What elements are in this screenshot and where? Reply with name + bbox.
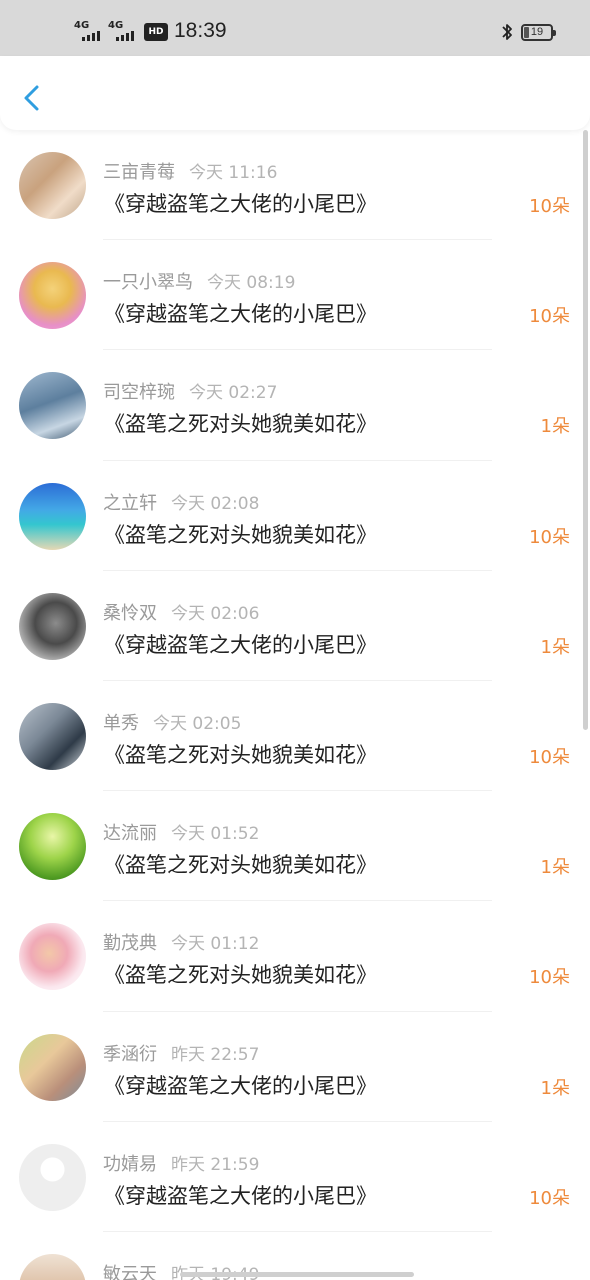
avatar[interactable] xyxy=(19,813,86,881)
avatar[interactable] xyxy=(19,592,86,660)
scrollbar[interactable] xyxy=(583,130,588,730)
user-name[interactable]: 勤茂典 xyxy=(103,933,157,954)
name-line: 季涵衍 昨天 22:57 xyxy=(103,1040,259,1066)
battery-icon: 19 xyxy=(521,24,556,41)
gift-record-list: 三亩青莓 今天 11:16 《穿越盗笔之大佬的小尾巴》 10朵 一只小翠鸟 今天 0… xyxy=(0,130,590,1280)
user-name[interactable]: 功婧易 xyxy=(103,1154,157,1175)
flower-count: 1朵 xyxy=(540,857,570,879)
name-line: 功婧易 昨天 21:59 xyxy=(103,1150,259,1176)
gift-time: 今天 02:06 xyxy=(171,603,260,624)
list-item-7[interactable]: 勤茂典 今天 01:12 《盗笔之死对头她貌美如花》 10朵 xyxy=(0,901,590,1012)
gift-time: 今天 08:19 xyxy=(207,273,296,294)
avatar[interactable] xyxy=(19,482,86,550)
book-title[interactable]: 《穿越盗笔之大佬的小尾巴》 xyxy=(104,1070,377,1100)
avatar[interactable] xyxy=(19,702,86,770)
user-name[interactable]: 司空梓琬 xyxy=(103,382,175,403)
gift-time: 今天 01:12 xyxy=(171,934,260,955)
avatar[interactable] xyxy=(19,1033,86,1101)
gift-time: 昨天 21:59 xyxy=(171,1154,260,1175)
user-name[interactable]: 之立轩 xyxy=(103,493,157,514)
name-line: 一只小翠鸟 今天 08:19 xyxy=(103,268,295,294)
book-title[interactable]: 《穿越盗笔之大佬的小尾巴》 xyxy=(104,629,377,659)
name-line: 司空梓琬 今天 02:27 xyxy=(103,378,277,404)
user-name[interactable]: 一只小翠鸟 xyxy=(103,272,193,293)
status-bar: 4G 4G HD 18:39 19 xyxy=(0,0,590,62)
flower-count: 1朵 xyxy=(540,1077,570,1099)
home-indicator[interactable] xyxy=(180,1272,414,1277)
user-name[interactable]: 季涵衍 xyxy=(103,1044,157,1065)
list-item-4[interactable]: 桑怜双 今天 02:06 《穿越盗笔之大佬的小尾巴》 1朵 xyxy=(0,571,590,681)
user-name[interactable]: 三亩青莓 xyxy=(103,162,175,183)
user-name[interactable]: 单秀 xyxy=(103,713,139,734)
book-title[interactable]: 《盗笔之死对头她貌美如花》 xyxy=(104,519,377,549)
flower-count: 10朵 xyxy=(529,306,570,328)
user-name[interactable]: 敏云天 xyxy=(103,1264,157,1280)
gift-time: 今天 02:05 xyxy=(153,713,242,734)
gift-time: 今天 02:08 xyxy=(171,493,260,514)
name-line: 三亩青莓 今天 11:16 xyxy=(103,158,277,184)
flower-count: 10朵 xyxy=(529,1187,570,1209)
bluetooth-icon xyxy=(502,24,512,40)
chevron-left-icon[interactable] xyxy=(18,80,46,116)
hd-voice-icon: HD xyxy=(144,23,168,41)
book-title[interactable]: 《盗笔之死对头她貌美如花》 xyxy=(104,408,377,438)
list-item-6[interactable]: 达流丽 今天 01:52 《盗笔之死对头她貌美如花》 1朵 xyxy=(0,791,590,902)
name-line: 桑怜双 今天 02:06 xyxy=(103,599,259,625)
list-item-2[interactable]: 司空梓琬 今天 02:27 《盗笔之死对头她貌美如花》 1朵 xyxy=(0,350,590,461)
flower-count: 10朵 xyxy=(529,967,570,989)
avatar[interactable] xyxy=(19,1143,86,1211)
name-line: 勤茂典 今天 01:12 xyxy=(103,929,259,955)
flower-count: 10朵 xyxy=(529,526,570,548)
network-type-1: 4G xyxy=(74,20,90,31)
name-line: 达流丽 今天 01:52 xyxy=(103,819,259,845)
gift-time: 今天 02:27 xyxy=(189,383,278,404)
status-time: 18:39 xyxy=(174,19,227,42)
avatar[interactable] xyxy=(19,152,86,219)
screen: 4G 4G HD 18:39 19 三亩青莓 今天 11:16 《穿越盗笔之大佬的… xyxy=(0,0,590,1280)
gift-time: 昨天 22:57 xyxy=(171,1044,260,1065)
gift-time: 今天 11:16 xyxy=(189,163,278,183)
user-name[interactable]: 达流丽 xyxy=(103,823,157,844)
user-name[interactable]: 桑怜双 xyxy=(103,603,157,624)
list-item-3[interactable]: 之立轩 今天 02:08 《盗笔之死对头她貌美如花》 10朵 xyxy=(0,461,590,571)
list-item-1[interactable]: 一只小翠鸟 今天 08:19 《穿越盗笔之大佬的小尾巴》 10朵 xyxy=(0,240,590,351)
gift-time: 今天 01:52 xyxy=(171,824,260,845)
list-item-0[interactable]: 三亩青莓 今天 11:16 《穿越盗笔之大佬的小尾巴》 10朵 xyxy=(0,130,590,241)
flower-count: 1朵 xyxy=(540,636,570,658)
name-line: 单秀 今天 02:05 xyxy=(103,709,241,735)
book-title[interactable]: 《穿越盗笔之大佬的小尾巴》 xyxy=(104,188,377,218)
network-type-2: 4G xyxy=(108,20,124,31)
book-title[interactable]: 《穿越盗笔之大佬的小尾巴》 xyxy=(104,1180,377,1210)
book-title[interactable]: 《盗笔之死对头她貌美如花》 xyxy=(104,739,377,769)
top-bar xyxy=(0,56,590,130)
book-title[interactable]: 《穿越盗笔之大佬的小尾巴》 xyxy=(104,298,377,328)
avatar[interactable] xyxy=(19,372,86,440)
name-line: 之立轩 今天 02:08 xyxy=(103,489,259,515)
avatar[interactable] xyxy=(19,1253,86,1280)
book-title[interactable]: 《盗笔之死对头她貌美如花》 xyxy=(104,959,377,989)
list-item-5[interactable]: 单秀 今天 02:05 《盗笔之死对头她貌美如花》 10朵 xyxy=(0,681,590,792)
avatar[interactable] xyxy=(19,262,86,330)
flower-count: 10朵 xyxy=(529,196,570,217)
list-item-9[interactable]: 功婧易 昨天 21:59 《穿越盗笔之大佬的小尾巴》 10朵 xyxy=(0,1122,590,1232)
book-title[interactable]: 《盗笔之死对头她貌美如花》 xyxy=(104,849,377,879)
avatar[interactable] xyxy=(19,923,86,991)
battery-level: 19 xyxy=(530,26,544,38)
list-item-8[interactable]: 季涵衍 昨天 22:57 《穿越盗笔之大佬的小尾巴》 1朵 xyxy=(0,1012,590,1122)
flower-count: 1朵 xyxy=(540,416,570,438)
flower-count: 10朵 xyxy=(529,746,570,768)
